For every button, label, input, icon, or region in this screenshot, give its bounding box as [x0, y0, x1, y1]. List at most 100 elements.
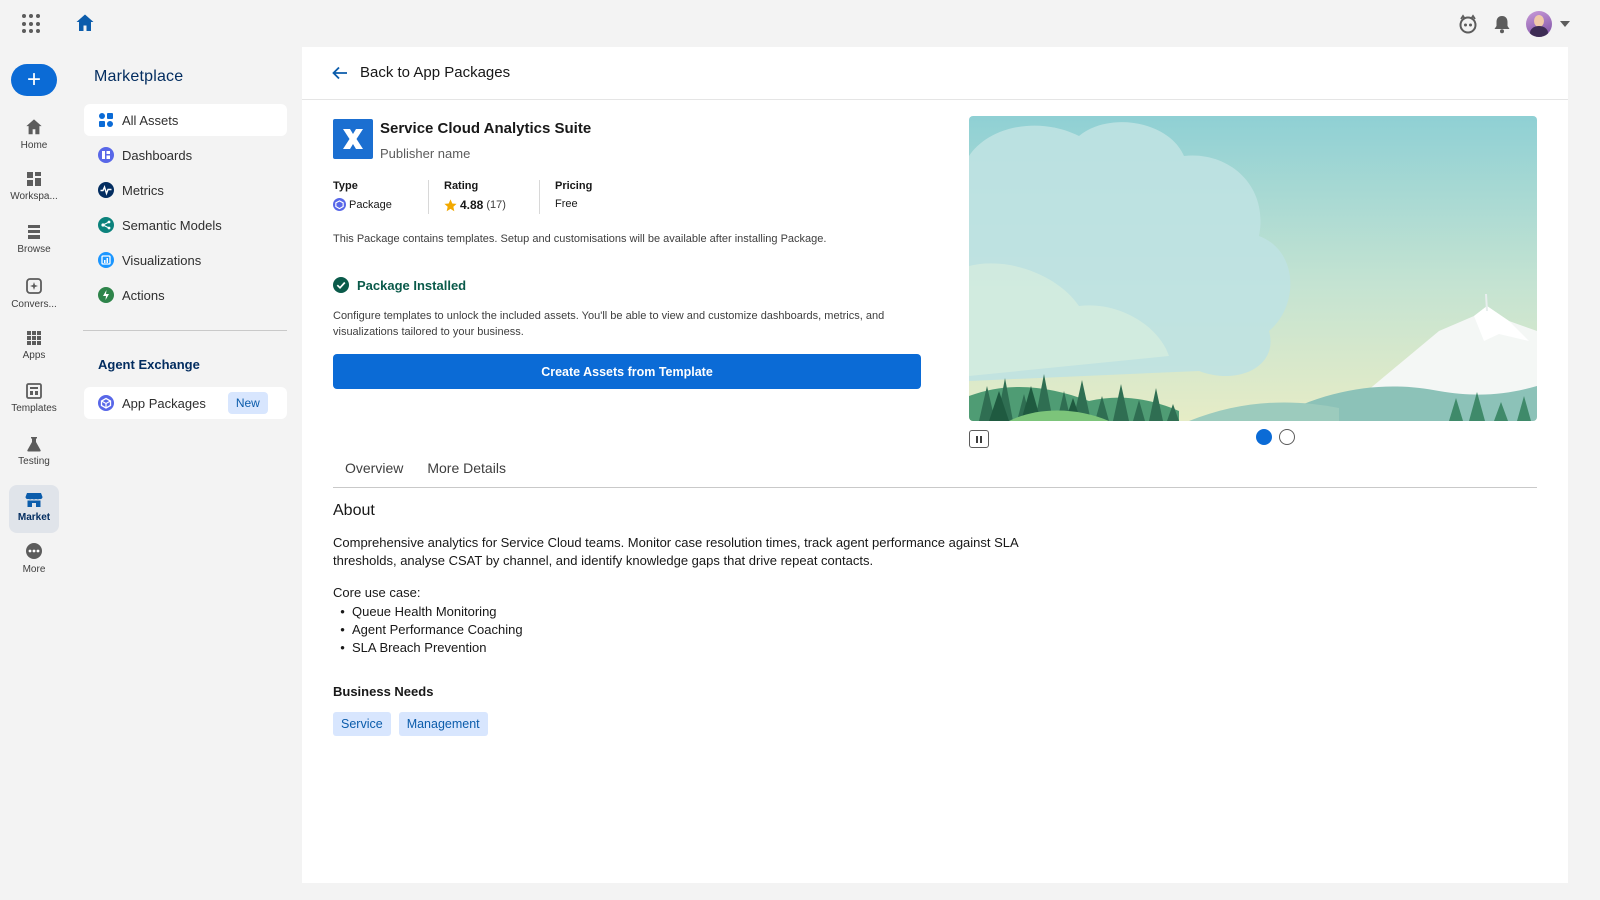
bell-icon[interactable]	[1492, 14, 1512, 34]
pulse-icon	[98, 182, 114, 198]
back-row: Back to App Packages	[302, 47, 1568, 100]
landscape-illustration	[969, 116, 1537, 421]
tab-overview[interactable]: Overview	[333, 452, 415, 487]
sidebar-item-label: Visualizations	[122, 252, 202, 268]
rail-item-label: Convers...	[11, 299, 57, 310]
home-icon	[26, 119, 42, 135]
rail-item-home[interactable]: Home	[9, 111, 59, 159]
package-icon	[333, 198, 346, 211]
rail-item-market[interactable]: Market	[9, 485, 59, 533]
rail-item-browse[interactable]: Browse	[9, 217, 59, 265]
meta-value: 4.88 (17)	[444, 198, 506, 212]
sidebar-item-label: Dashboards	[122, 147, 193, 163]
meta-label: Type	[333, 180, 358, 192]
installed-status: Package Installed	[333, 277, 466, 293]
sidebar-item-app-packages[interactable]: App Packages New	[84, 387, 287, 419]
new-badge: New	[227, 392, 268, 414]
sidebar-item-semantic-models[interactable]: Semantic Models	[84, 209, 287, 241]
rail-item-label: Workspa...	[10, 191, 58, 202]
app-logo-icon	[333, 119, 373, 159]
create-assets-button[interactable]: Create Assets from Template	[333, 354, 921, 389]
business-needs-heading: Business Needs	[333, 684, 434, 699]
meta-type: Type Package	[333, 180, 392, 211]
check-circle-icon	[333, 277, 349, 293]
sidebar-item-all-assets[interactable]: All Assets	[84, 104, 287, 136]
meta-value: Package	[333, 198, 392, 211]
carousel-dot-2[interactable]	[1279, 429, 1295, 445]
rail-item-workspaces[interactable]: Workspa...	[9, 164, 59, 212]
tab-more-details[interactable]: More Details	[415, 452, 518, 487]
sidebar-item-visualizations[interactable]: Visualizations	[84, 244, 287, 276]
app-launcher-waffle-icon[interactable]	[22, 14, 42, 34]
chevron-down-icon[interactable]	[1560, 21, 1570, 27]
home-icon[interactable]	[75, 13, 95, 33]
sidebar-item-metrics[interactable]: Metrics	[84, 174, 287, 206]
rating-count: (17)	[486, 199, 506, 211]
package-icon	[98, 395, 114, 411]
main-panel: Back to App Packages Service Cloud Analy…	[302, 47, 1568, 883]
sidebar-item-label: Semantic Models	[122, 217, 222, 233]
meta-label: Rating	[444, 180, 479, 192]
sidebar-item-dashboards[interactable]: Dashboards	[84, 139, 287, 171]
meta-divider	[539, 180, 540, 214]
sidebar-title: Marketplace	[94, 68, 184, 85]
carousel-pause-button[interactable]	[969, 430, 989, 448]
apps-icon	[27, 331, 41, 345]
pricing-value: Free	[555, 198, 578, 210]
rail-item-label: Browse	[17, 244, 51, 255]
star-icon	[444, 198, 457, 211]
header-actions	[1458, 11, 1570, 37]
list-item: SLA Breach Prevention	[333, 639, 523, 657]
detail-tabs: Overview More Details	[333, 452, 1537, 488]
about-body: Comprehensive analytics for Service Clou…	[333, 535, 1018, 568]
workspace-icon	[27, 172, 41, 186]
rail-item-label: Templates	[11, 403, 57, 414]
rail-item-label: Market	[17, 512, 51, 523]
rail-item-conversations[interactable]: Convers...	[9, 270, 59, 318]
hero-carousel-image	[969, 116, 1537, 421]
plus-icon: +	[26, 66, 41, 93]
rail-item-templates[interactable]: Templates	[9, 376, 59, 424]
more-icon	[26, 543, 42, 559]
rail-item-label: Apps	[22, 350, 46, 361]
meta-value: Free	[555, 198, 592, 210]
rail-item-label: Testing	[18, 456, 50, 467]
sidebar-item-label: All Assets	[122, 112, 179, 128]
model-icon	[98, 217, 114, 233]
carousel-dot-1[interactable]	[1256, 429, 1272, 445]
meta-divider	[428, 180, 429, 214]
package-note: This Package contains templates. Setup a…	[333, 233, 827, 245]
global-header	[0, 0, 1600, 47]
type-value: Package	[349, 198, 392, 211]
global-nav-rail: + Home Workspa... Browse Convers... Apps…	[0, 47, 67, 900]
list-item: Queue Health Monitoring	[333, 603, 523, 621]
sidebar-section-title: Agent Exchange	[98, 357, 200, 372]
new-button[interactable]: +	[11, 64, 57, 96]
dashboard-icon	[98, 147, 114, 163]
rail-item-label: More	[22, 564, 46, 575]
agent-icon[interactable]	[1458, 14, 1478, 34]
sidebar-divider	[83, 330, 287, 331]
business-needs-tags: Service Management	[333, 712, 488, 736]
browse-icon	[28, 225, 40, 239]
rail-item-testing[interactable]: Testing	[9, 429, 59, 477]
rail-item-more[interactable]: More	[9, 535, 59, 583]
list-item: Agent Performance Coaching	[333, 621, 523, 639]
meta-label: Pricing	[555, 180, 593, 192]
conversation-icon	[26, 278, 42, 294]
meta-pricing: Pricing Free	[555, 180, 592, 210]
marketplace-sidebar: Marketplace All Assets Dashboards Metric…	[67, 47, 302, 883]
sidebar-item-label: Actions	[122, 287, 165, 303]
core-use-case-list: Queue Health Monitoring Agent Performanc…	[333, 603, 523, 657]
avatar[interactable]	[1526, 11, 1552, 37]
grid-icon	[99, 113, 113, 127]
rail-item-label: Home	[20, 140, 48, 151]
sidebar-item-label: App Packages	[122, 395, 206, 411]
templates-icon	[26, 383, 42, 399]
sidebar-item-actions[interactable]: Actions	[84, 279, 287, 311]
rail-item-apps[interactable]: Apps	[9, 323, 59, 371]
publisher-name: Publisher name	[380, 146, 471, 161]
back-label: Back to App Packages	[360, 64, 511, 81]
about-heading: About	[333, 502, 375, 519]
back-button[interactable]: Back to App Packages	[332, 64, 510, 81]
